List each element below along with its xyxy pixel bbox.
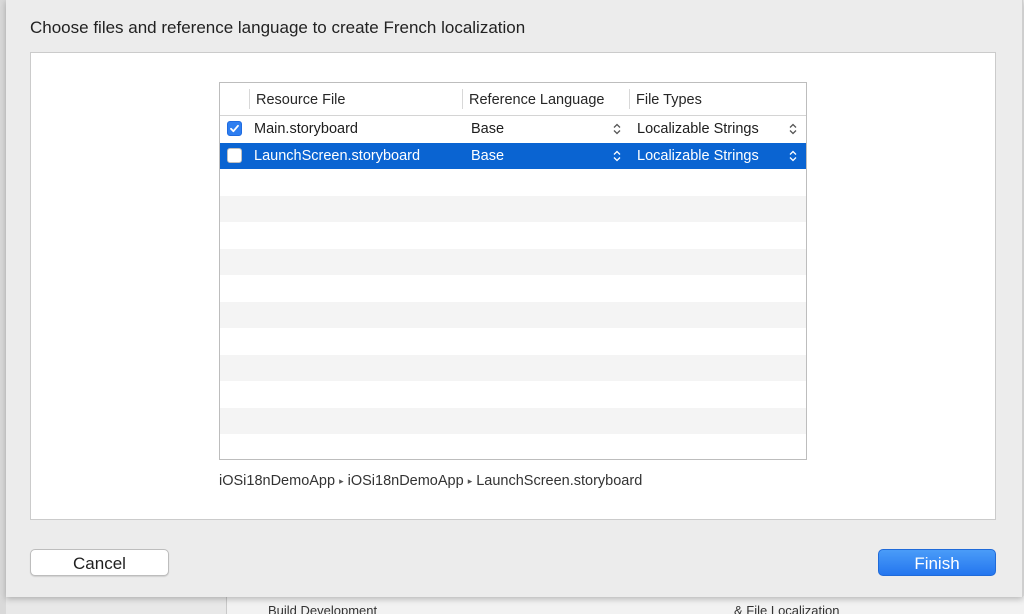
content-panel: Resource File Reference Language File Ty… xyxy=(30,52,996,520)
reference-language-popup[interactable]: Base xyxy=(471,116,504,142)
path-segment[interactable]: LaunchScreen.storyboard xyxy=(476,473,642,489)
column-separator xyxy=(249,89,250,109)
table-header: Resource File Reference Language File Ty… xyxy=(220,83,806,116)
empty-row xyxy=(220,169,806,196)
chevron-up-down-icon[interactable] xyxy=(788,116,798,142)
cancel-button[interactable]: Cancel xyxy=(30,549,169,576)
empty-row xyxy=(220,434,806,459)
chevron-up-down-icon[interactable] xyxy=(788,143,798,169)
path-segment[interactable]: iOSi18nDemoApp xyxy=(219,473,335,489)
empty-row xyxy=(220,407,806,434)
checkmark-icon xyxy=(230,124,239,133)
file-type-popup[interactable]: Localizable Strings xyxy=(637,143,759,169)
background-text-right: & File Localization xyxy=(734,603,840,614)
path-arrow-icon: ▸ xyxy=(467,476,473,486)
empty-row xyxy=(220,195,806,222)
reference-language-popup[interactable]: Base xyxy=(471,143,504,169)
empty-row xyxy=(220,354,806,381)
path-control[interactable]: iOSi18nDemoApp ▸ iOSi18nDemoApp ▸ LaunchScre… xyxy=(219,473,642,489)
column-header-resource-file[interactable]: Resource File xyxy=(256,83,345,115)
resource-file-name: Main.storyboard xyxy=(254,121,358,137)
resource-file-name: LaunchScreen.storyboard xyxy=(254,147,421,164)
chevron-up-down-icon[interactable] xyxy=(612,116,622,142)
empty-row xyxy=(220,381,806,408)
empty-row xyxy=(220,248,806,275)
empty-row xyxy=(220,328,806,355)
row-checkbox[interactable] xyxy=(227,121,242,136)
row-checkbox[interactable] xyxy=(227,147,242,163)
empty-row xyxy=(220,275,806,302)
column-separator xyxy=(629,89,630,109)
path-segment[interactable]: iOSi18nDemoApp xyxy=(348,473,464,489)
empty-row xyxy=(220,222,806,249)
path-arrow-icon: ▸ xyxy=(339,476,344,486)
column-header-file-types[interactable]: File Types xyxy=(636,83,702,115)
column-separator xyxy=(462,89,463,109)
sheet-title: Choose files and reference language to c… xyxy=(30,18,526,37)
empty-row xyxy=(220,301,806,328)
column-header-reference-language[interactable]: Reference Language xyxy=(469,83,604,115)
resource-table: Resource File Reference Language File Ty… xyxy=(219,82,807,460)
chevron-up-down-icon[interactable] xyxy=(612,143,622,169)
background-text-left: Build Development xyxy=(268,603,378,614)
table-body: Main.storyboard Base Localizable Strings… xyxy=(220,116,806,459)
file-type-popup[interactable]: Localizable Strings xyxy=(637,116,759,142)
localization-sheet: Choose files and reference language to c… xyxy=(6,0,1023,597)
table-row-selected[interactable]: LaunchScreen.storyboard Base Localizable… xyxy=(220,142,806,169)
table-row[interactable]: Main.storyboard Base Localizable Strings xyxy=(220,116,806,143)
finish-button[interactable]: Finish xyxy=(878,549,996,576)
